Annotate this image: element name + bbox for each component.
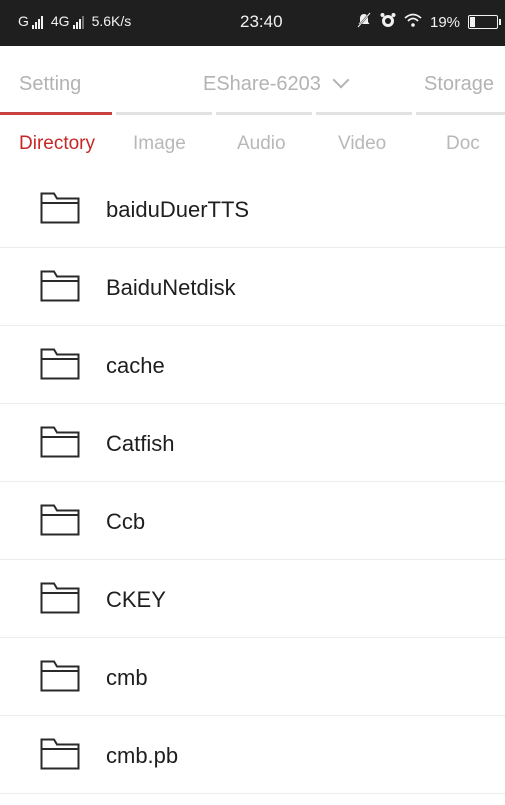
battery-fill: [470, 17, 476, 27]
file-name: cache: [106, 353, 165, 378]
file-name: BaiduNetdisk: [106, 275, 236, 300]
status-right: 19%: [356, 12, 502, 32]
status-left: G 4G 5.6K/s: [18, 13, 131, 29]
top-tabs: Setting EShare-6203 Storage: [0, 46, 505, 118]
tab-audio[interactable]: Audio: [237, 133, 286, 155]
list-item[interactable]: baiduDuerTTS: [0, 170, 505, 248]
category-tabs: Directory Image Audio Video Doc: [0, 118, 505, 170]
tab-setting[interactable]: Setting: [19, 73, 81, 96]
list-item[interactable]: BaiduNetdisk: [0, 248, 505, 326]
network-type-2: 4G: [50, 13, 70, 29]
chevron-down-icon: [332, 71, 350, 89]
tab-storage[interactable]: Storage: [424, 73, 494, 96]
tab-doc[interactable]: Doc: [446, 133, 480, 155]
status-bar: G 4G 5.6K/s 23:40 19%: [0, 0, 505, 46]
file-name: cmb.pb: [106, 743, 179, 768]
battery-percent: 19%: [430, 13, 461, 31]
file-name: CKEY: [106, 587, 166, 612]
list-item[interactable]: CKEY: [0, 560, 505, 638]
tab-divider: [216, 112, 312, 115]
file-name: cmb: [106, 665, 148, 690]
list-item[interactable]: cmb: [0, 638, 505, 716]
tab-divider: [116, 112, 212, 115]
device-selector[interactable]: EShare-6203: [203, 71, 350, 96]
folder-icon: [40, 504, 80, 536]
list-item[interactable]: Catfish: [0, 404, 505, 482]
battery-icon: [468, 15, 502, 29]
folder-icon: [40, 192, 80, 224]
list-item[interactable]: Ccb: [0, 482, 505, 560]
tab-video[interactable]: Video: [338, 133, 386, 155]
file-name: baiduDuerTTS: [106, 197, 250, 222]
tab-directory[interactable]: Directory: [19, 133, 95, 155]
signal-icon: [31, 15, 43, 29]
wifi-icon: [404, 13, 422, 31]
network-speed: 5.6K/s: [91, 13, 132, 29]
folder-icon: [40, 582, 80, 614]
signal-icon: [72, 15, 84, 29]
tab-divider: [316, 112, 412, 115]
device-name: EShare-6203: [203, 73, 321, 95]
tab-indicator-active: [0, 112, 112, 115]
tab-divider: [416, 112, 505, 115]
folder-icon: [40, 426, 80, 458]
file-name: Ccb: [106, 509, 146, 534]
status-time: 23:40: [240, 12, 283, 31]
folder-icon: [40, 270, 80, 302]
file-list: baiduDuerTTS BaiduNetdisk cache Catfish Ccb C…: [0, 170, 505, 794]
alarm-icon: [380, 12, 396, 32]
file-name: Catfish: [106, 431, 175, 456]
mute-icon: [356, 12, 372, 32]
folder-icon: [40, 738, 80, 770]
list-item[interactable]: cmb.pb: [0, 716, 505, 794]
list-item[interactable]: cache: [0, 326, 505, 404]
tab-image[interactable]: Image: [133, 133, 186, 155]
folder-icon: [40, 348, 80, 380]
folder-icon: [40, 660, 80, 692]
network-type-1: G: [18, 13, 29, 29]
